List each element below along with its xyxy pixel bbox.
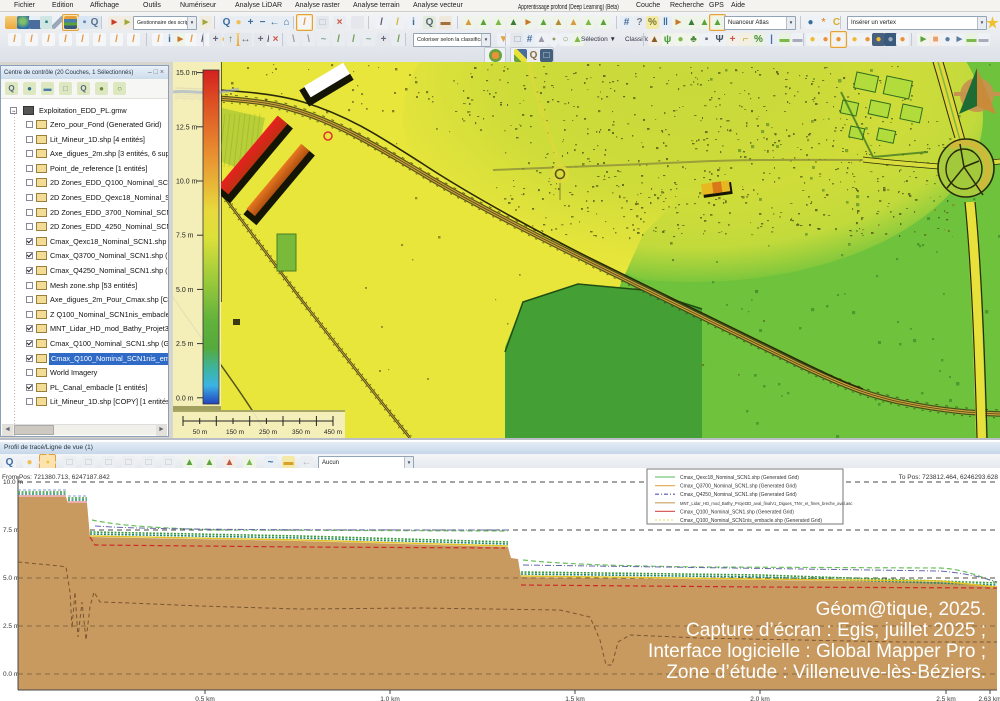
- svg-text:To Pos: 723812.464, 6246293.62: To Pos: 723812.464, 6246293.628: [899, 474, 999, 481]
- svg-text:Zone d’étude : Villeneuve-lès-: Zone d’étude : Villeneuve-lès-Béziers.: [666, 662, 986, 683]
- svg-text:10.0 m: 10.0 m: [176, 179, 198, 186]
- svg-text:2.5 km: 2.5 km: [936, 696, 956, 701]
- svg-text:350 m: 350 m: [292, 429, 310, 436]
- svg-text:50 m: 50 m: [193, 429, 207, 436]
- svg-text:2.5 m: 2.5 m: [3, 623, 19, 630]
- svg-text:0.0 m: 0.0 m: [3, 671, 19, 678]
- svg-text:10.0 m: 10.0 m: [3, 479, 23, 486]
- svg-text:250 m: 250 m: [259, 429, 277, 436]
- svg-text:0.5 km: 0.5 km: [195, 696, 215, 701]
- svg-text:2.0 km: 2.0 km: [750, 696, 770, 701]
- svg-text:1.5 km: 1.5 km: [565, 696, 585, 701]
- svg-text:Géom@tique, 2025.: Géom@tique, 2025.: [816, 599, 986, 620]
- svg-text:2.63 km: 2.63 km: [978, 696, 1000, 701]
- svg-text:Capture d’écran : Egis, juille: Capture d’écran : Egis, juillet 2025 ;: [686, 620, 986, 641]
- svg-text:7.5 m: 7.5 m: [176, 233, 194, 240]
- svg-text:Cmax_Qexc18_Nominal_SCN1.shp (: Cmax_Qexc18_Nominal_SCN1.shp (Generated …: [680, 475, 799, 481]
- svg-text:Cmax_Q100_Nominal_SCN1nis_emba: Cmax_Q100_Nominal_SCN1nis_embacle.shp (G…: [680, 518, 822, 524]
- svg-text:5.0 m: 5.0 m: [3, 575, 19, 582]
- svg-text:1.0 km: 1.0 km: [380, 696, 400, 701]
- svg-text:Interface logicielle : Global: Interface logicielle : Global Mapper Pro…: [648, 641, 986, 662]
- svg-text:Cmax_Q4250_Nominal_SCN1.shp (G: Cmax_Q4250_Nominal_SCN1.shp (Generated G…: [680, 492, 797, 498]
- svg-text:Cmax_Q100_Nominal_SCN1.shp (Ge: Cmax_Q100_Nominal_SCN1.shp (Generated Gr…: [680, 509, 794, 515]
- svg-text:5.0 m: 5.0 m: [176, 287, 194, 294]
- svg-text:MNT_Lidar_HD_mod_Bathy_Projet3: MNT_Lidar_HD_mod_Bathy_Projet3D_aval_fin…: [680, 501, 852, 506]
- svg-text:0.0 m: 0.0 m: [176, 395, 194, 402]
- svg-text:2.5 m: 2.5 m: [176, 341, 194, 348]
- svg-text:12.5 m: 12.5 m: [176, 124, 198, 131]
- svg-text:150 m: 150 m: [226, 429, 244, 436]
- svg-text:Cmax_Q3700_Nominal_SCN1.shp (G: Cmax_Q3700_Nominal_SCN1.shp (Generated G…: [680, 484, 797, 490]
- svg-text:450 m: 450 m: [324, 429, 342, 436]
- svg-text:15.0 m: 15.0 m: [176, 70, 198, 77]
- svg-text:7.5 m: 7.5 m: [3, 527, 19, 534]
